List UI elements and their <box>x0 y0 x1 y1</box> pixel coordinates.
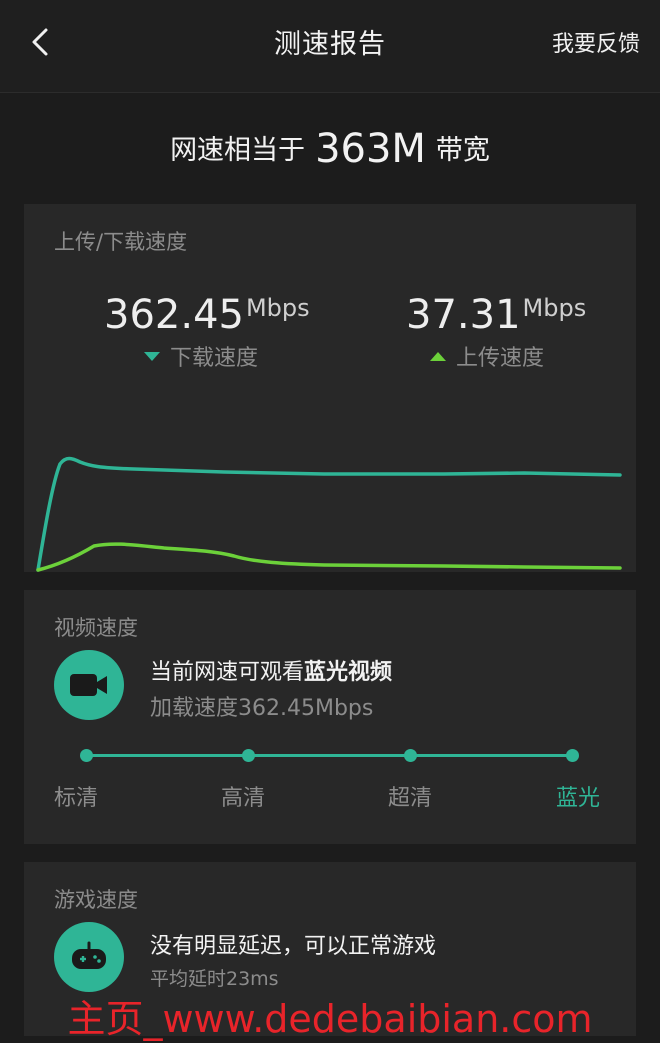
speed-card: 上传/下载速度 362.45Mbps 下载速度 37.31Mbps 上传速度 <box>24 204 636 572</box>
video-camera-icon <box>54 650 124 720</box>
upload-speed: 37.31Mbps <box>406 292 586 338</box>
download-speed-value: 362.45 <box>104 292 244 338</box>
download-speed-unit: Mbps <box>245 294 310 322</box>
summary-prefix: 网速相当于 <box>170 135 306 166</box>
quality-label-fhd[interactable]: 超清 <box>388 780 432 812</box>
download-caption: 下载速度 <box>144 340 258 372</box>
video-load-speed: 加载速度362.45Mbps <box>150 696 374 721</box>
quality-dot-sd[interactable] <box>80 749 93 762</box>
speed-history-chart <box>36 456 622 572</box>
quality-label-hd[interactable]: 高清 <box>221 780 265 812</box>
gamepad-icon <box>54 922 124 992</box>
top-bar: 测速报告 我要反馈 <box>0 0 660 93</box>
quality-dot-bluray[interactable] <box>566 749 579 762</box>
game-card-label: 游戏速度 <box>54 888 138 912</box>
quality-dot-hd[interactable] <box>242 749 255 762</box>
upload-speed-value: 37.31 <box>406 292 521 338</box>
upload-speed-line <box>36 542 622 572</box>
feedback-button[interactable]: 我要反馈 <box>552 26 640 58</box>
summary-suffix: 带宽 <box>435 135 490 166</box>
quality-track <box>86 754 574 757</box>
upload-caption: 上传速度 <box>430 340 544 372</box>
quality-label-bluray[interactable]: 蓝光 <box>556 780 600 812</box>
download-arrow-icon <box>144 351 160 361</box>
download-speed: 362.45Mbps <box>104 292 310 338</box>
video-quality-level: 蓝光视频 <box>304 660 393 685</box>
video-quality-text: 当前网速可观看蓝光视频 <box>150 654 392 686</box>
download-caption-text: 下载速度 <box>170 346 259 371</box>
upload-speed-unit: Mbps <box>522 294 587 322</box>
bandwidth-value: 363M <box>315 126 426 172</box>
video-speed-card: 视频速度 当前网速可观看蓝光视频 加载速度362.45Mbps 标清 高清 超清… <box>24 590 636 844</box>
game-status-text: 没有明显延迟，可以正常游戏 <box>150 934 437 959</box>
watermark-text: 主页_www.dedebaibian.com <box>67 997 593 1041</box>
quality-dot-fhd[interactable] <box>404 749 417 762</box>
quality-label-sd[interactable]: 标清 <box>54 780 98 812</box>
bandwidth-summary: 网速相当于 363M 带宽 <box>0 126 660 172</box>
game-latency: 平均延时23ms <box>150 968 279 990</box>
download-speed-line <box>36 456 622 572</box>
video-quality-prefix: 当前网速可观看 <box>150 660 305 685</box>
speed-card-label: 上传/下载速度 <box>54 230 188 254</box>
video-card-label: 视频速度 <box>54 616 138 640</box>
upload-caption-text: 上传速度 <box>456 346 545 371</box>
upload-arrow-icon <box>430 351 446 361</box>
